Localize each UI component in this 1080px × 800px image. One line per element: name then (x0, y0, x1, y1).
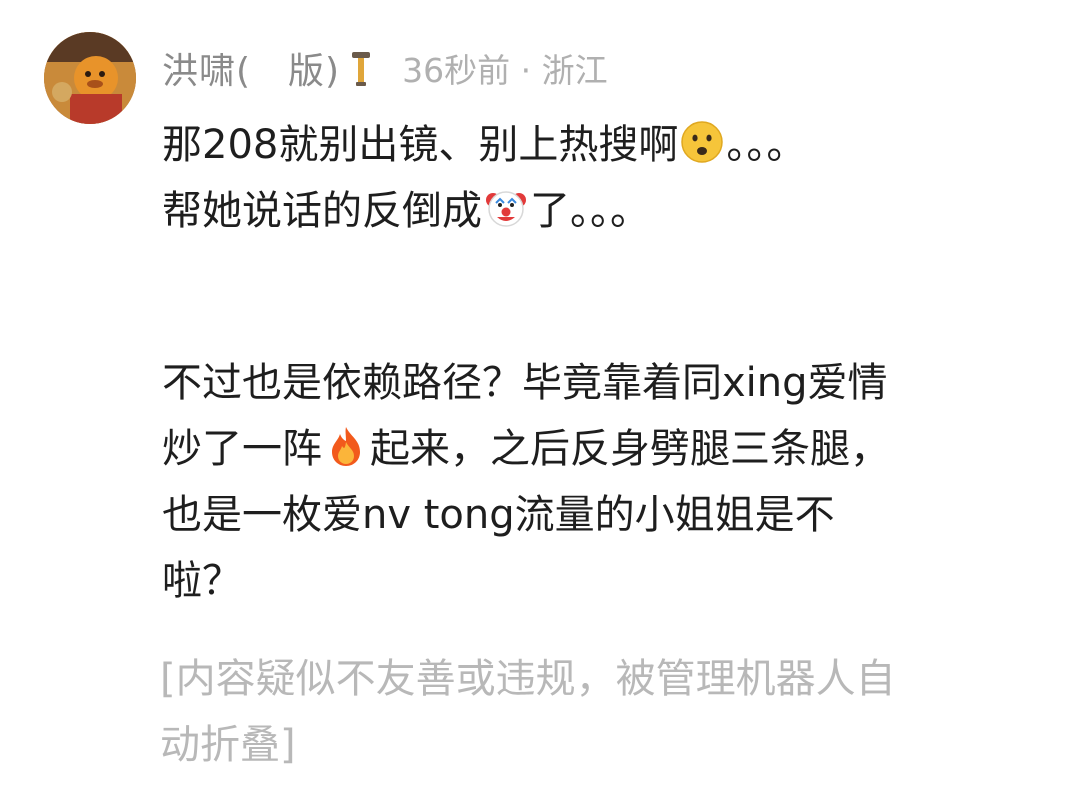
fire-icon (324, 422, 368, 466)
comment-card: 洪啸( 版) 36秒前 · 浙江 那208就别出镜、别上热搜啊 。。。 帮她说话… (0, 0, 1080, 800)
comment-line: 啦？ (162, 558, 242, 604)
comment-location: 浙江 (541, 51, 608, 90)
avatar[interactable] (44, 32, 136, 124)
comment-line: 不过也是依赖路径？毕竟靠着同xing爱情 (162, 360, 888, 406)
comment-text: 帮她说话的反倒成 (162, 188, 482, 234)
clown-face-icon (484, 184, 528, 228)
folded-notice-line: [内容疑似不友善或违规，被管理机器人自 (160, 656, 896, 702)
comment-line: 也是一枚爱nv tong流量的小姐姐是不 (162, 492, 835, 538)
folded-notice-line: 动折叠] (160, 722, 296, 768)
comment-line: 帮她说话的反倒成 了。。。 (162, 178, 1042, 244)
worried-face-icon (680, 118, 724, 163)
comment-meta: 36秒前 · 浙江 (402, 44, 608, 92)
meta-separator: · (520, 51, 532, 90)
badge-icon (350, 48, 372, 88)
comment-text: 炒了一阵 (162, 426, 322, 472)
comment-text: 那208就别出镜、别上热搜啊 (162, 122, 679, 168)
comment-line: 那208就别出镜、别上热搜啊 。。。 (162, 112, 1042, 178)
comment-line: 炒了一阵 起来，之后反身劈腿三条腿， (162, 416, 1042, 482)
comment-body: 那208就别出镜、别上热搜啊 。。。 帮她说话的反倒成 了。。。 不过也是依赖路… (162, 112, 1042, 614)
folded-notice[interactable]: [内容疑似不友善或违规，被管理机器人自 动折叠] (160, 646, 1040, 778)
comment-header: 洪啸( 版) 36秒前 · 浙江 (162, 40, 608, 96)
comment-time: 36秒前 (402, 51, 511, 90)
comment-text: 起来，之后反身劈腿三条腿， (370, 426, 890, 472)
username[interactable]: 洪啸( 版) (162, 42, 340, 94)
comment-text: 了。。。 (530, 188, 650, 234)
comment-text: 。。。 (726, 122, 807, 168)
